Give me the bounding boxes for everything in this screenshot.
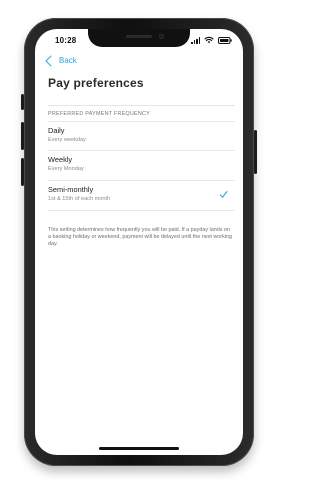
status-icons <box>191 36 232 44</box>
option-subtitle: Every weekday <box>48 137 86 143</box>
checkmark-icon <box>219 191 228 198</box>
status-time: 10:28 <box>55 36 77 45</box>
wifi-icon <box>204 36 214 44</box>
phone-frame: 10:28 Back Pay preferences PREFERRED PAY… <box>21 18 257 466</box>
power-button <box>254 130 257 174</box>
volume-up-button <box>21 122 24 150</box>
frequency-help-text: This setting determines how frequently y… <box>48 227 232 248</box>
option-semi-monthly[interactable]: Semi-monthly 1st & 15th of each month <box>48 181 235 211</box>
option-title: Daily <box>48 126 65 135</box>
option-title: Weekly <box>48 155 73 164</box>
option-title: Semi-monthly <box>48 185 94 194</box>
mute-switch <box>21 94 24 110</box>
frequency-options-list: Daily Every weekday Weekly Every Monday … <box>48 121 235 211</box>
option-weekly[interactable]: Weekly Every Monday <box>48 151 235 181</box>
page-title: Pay preferences <box>48 76 144 90</box>
battery-icon <box>218 36 232 44</box>
home-indicator[interactable] <box>99 447 179 450</box>
signal-icon <box>191 37 200 44</box>
option-subtitle: Every Monday <box>48 166 84 172</box>
title-divider <box>48 105 235 106</box>
status-bar: 10:28 <box>35 29 243 51</box>
chevron-left-icon <box>45 54 57 67</box>
back-button[interactable]: Back <box>45 54 77 67</box>
section-header: PREFERRED PAYMENT FREQUENCY <box>48 111 150 117</box>
back-label: Back <box>59 56 77 65</box>
phone-screen: 10:28 Back Pay preferences PREFERRED PAY… <box>35 29 243 455</box>
volume-down-button <box>21 158 24 186</box>
option-daily[interactable]: Daily Every weekday <box>48 121 235 151</box>
option-subtitle: 1st & 15th of each month <box>48 196 111 202</box>
